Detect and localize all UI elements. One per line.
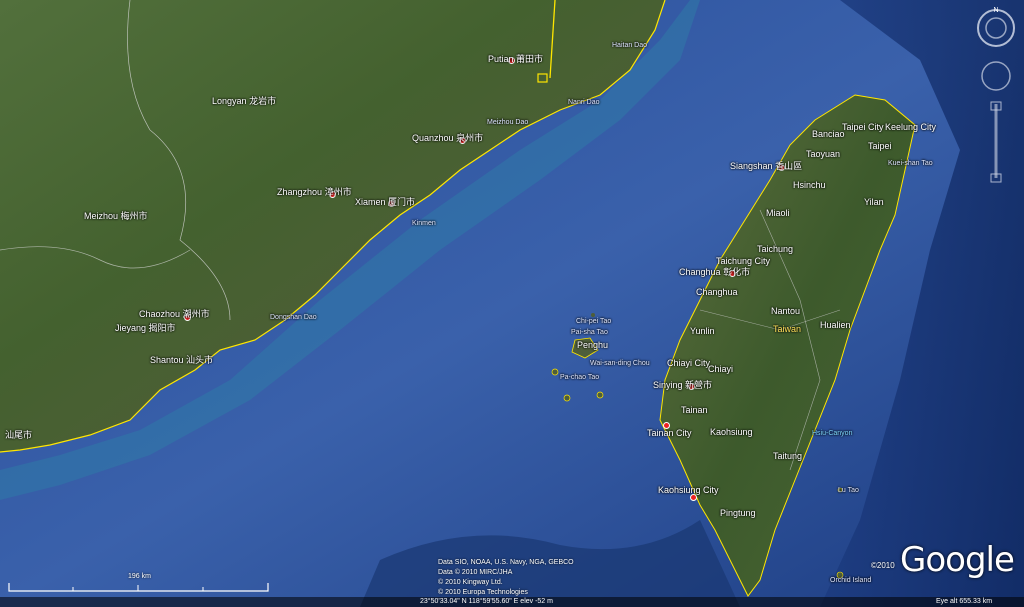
pointer-coordinates: 23°50'33.04" N 118°59'55.60" E elev -52 … bbox=[420, 598, 553, 605]
island-meizhou[interactable]: Meizhou Dao bbox=[487, 117, 528, 128]
place-taoyuan[interactable]: Taoyuan bbox=[806, 149, 840, 160]
google-logo: Google bbox=[900, 540, 1015, 580]
island-orchid[interactable]: Orchid Island bbox=[830, 575, 871, 586]
copyright-year: ©2010 bbox=[871, 561, 895, 570]
place-zhangzhou[interactable]: Zhangzhou 漳州市 bbox=[277, 187, 352, 198]
place-hualien[interactable]: Hualien bbox=[820, 320, 851, 331]
place-hsinchu[interactable]: Hsinchu bbox=[793, 180, 826, 191]
place-keelung[interactable]: Keelung City bbox=[885, 122, 936, 133]
place-taitung[interactable]: Taitung bbox=[773, 451, 802, 462]
north-indicator: N bbox=[993, 7, 998, 14]
place-shanwei[interactable]: 汕尾市 bbox=[5, 430, 32, 441]
place-chiayi-city[interactable]: Chiayi City bbox=[667, 358, 710, 369]
place-yilan[interactable]: Yilan bbox=[864, 197, 884, 208]
place-siangshan[interactable]: Siangshan 香山區 bbox=[730, 161, 802, 172]
look-joystick-icon[interactable] bbox=[981, 61, 1011, 91]
place-tainan[interactable]: Tainan bbox=[681, 405, 708, 416]
credit-line: Data © 2010 MIRC/JHA bbox=[438, 569, 513, 576]
place-miaoli[interactable]: Miaoli bbox=[766, 208, 790, 219]
place-taipei[interactable]: Taipei bbox=[868, 141, 892, 152]
place-banciao[interactable]: Banciao bbox=[812, 129, 845, 140]
place-changhua-county[interactable]: Changhua bbox=[696, 287, 738, 298]
island-waisanding[interactable]: Wai-san-ding Chou bbox=[590, 358, 650, 369]
island-dongshan[interactable]: Dongshan Dao bbox=[270, 312, 317, 323]
place-taipei-city[interactable]: Taipei City bbox=[842, 122, 884, 133]
feature-canyon[interactable]: Hsiu-Canyon bbox=[812, 428, 852, 439]
island-penghu[interactable]: Penghu bbox=[577, 340, 608, 351]
place-shantou[interactable]: Shantou 汕头市 bbox=[150, 355, 213, 366]
island-lutao[interactable]: Lu Tao bbox=[838, 485, 859, 496]
place-yunlin[interactable]: Yunlin bbox=[690, 326, 715, 337]
place-sinying[interactable]: Sinying 新營市 bbox=[653, 380, 712, 391]
place-taiwan[interactable]: Taiwan bbox=[773, 324, 801, 335]
island-nanri[interactable]: Nanri Dao bbox=[568, 97, 600, 108]
place-xiamen[interactable]: Xiamen 厦门市 bbox=[355, 197, 415, 208]
place-longyan[interactable]: Longyan 龙岩市 bbox=[212, 96, 276, 107]
scale-label: 196 km bbox=[128, 573, 151, 580]
place-taichung-city[interactable]: Taichung City bbox=[716, 256, 770, 267]
compass-ring-icon[interactable] bbox=[977, 9, 1015, 47]
place-chiayi[interactable]: Chiayi bbox=[708, 364, 733, 375]
place-meizhou[interactable]: Meizhou 梅州市 bbox=[84, 211, 148, 222]
map-viewport[interactable]: Putian 莆田市 Longyan 龙岩市 Quanzhou 泉州市 Zhan… bbox=[0, 0, 1024, 607]
place-taichung[interactable]: Taichung bbox=[757, 244, 793, 255]
island-pachao[interactable]: Pa-chao Tao bbox=[560, 372, 599, 383]
navigation-controls[interactable]: N bbox=[976, 6, 1016, 196]
place-putian[interactable]: Putian 莆田市 bbox=[488, 54, 543, 65]
place-tainan-city[interactable]: Tainan City bbox=[647, 428, 692, 439]
place-chaozhou[interactable]: Chaozhou 潮州市 bbox=[139, 309, 210, 320]
place-changhua[interactable]: Changhua 彰化市 bbox=[679, 267, 750, 278]
place-kaohsiung-city[interactable]: Kaohsiung City bbox=[658, 485, 719, 496]
credit-line: © 2010 Kingway Ltd. bbox=[438, 579, 503, 586]
island-kinmen[interactable]: Kinmen bbox=[412, 218, 436, 229]
place-jieyang[interactable]: Jieyang 揭阳市 bbox=[115, 323, 176, 334]
satellite-terrain bbox=[0, 0, 1024, 607]
island-paisha[interactable]: Pai-sha Tao bbox=[571, 327, 608, 338]
place-pingtung[interactable]: Pingtung bbox=[720, 508, 756, 519]
zoom-slider[interactable] bbox=[990, 101, 1002, 183]
place-kaohsiung[interactable]: Kaohsiung bbox=[710, 427, 753, 438]
place-quanzhou[interactable]: Quanzhou 泉州市 bbox=[412, 133, 483, 144]
credit-line: Data SIO, NOAA, U.S. Navy, NGA, GEBCO bbox=[438, 559, 574, 566]
status-bar: 23°50'33.04" N 118°59'55.60" E elev -52 … bbox=[0, 597, 1024, 607]
island-kueishan[interactable]: Kuei-shan Tao bbox=[888, 158, 933, 169]
data-credits: Data SIO, NOAA, U.S. Navy, NGA, GEBCO Da… bbox=[438, 558, 574, 598]
eye-altitude: Eye alt 655.33 km bbox=[936, 598, 993, 605]
scale-bar: 196 km bbox=[8, 573, 270, 595]
island-chipei[interactable]: Chi-pei Tao bbox=[576, 316, 611, 327]
place-nantou[interactable]: Nantou bbox=[771, 306, 800, 317]
island-haitan[interactable]: Haitan Dao bbox=[612, 40, 647, 51]
